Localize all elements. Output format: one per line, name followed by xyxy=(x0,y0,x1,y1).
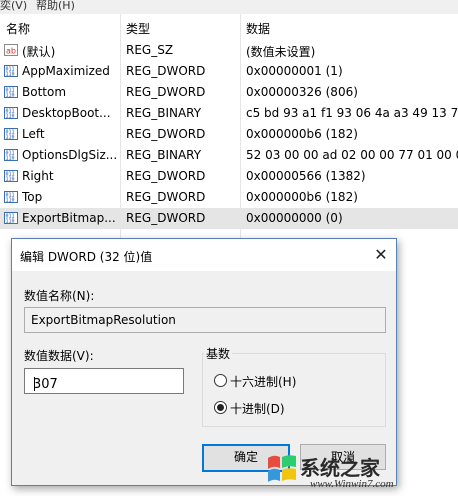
binary-value-icon: 011 110 xyxy=(4,128,18,140)
radio-decimal[interactable] xyxy=(214,401,227,414)
list-item[interactable]: 011 110 Top REG_DWORD 0x000000b6 (182) xyxy=(0,187,458,208)
svg-text:110: 110 xyxy=(6,135,15,141)
value-data: 0x00000000 (0) xyxy=(246,211,343,225)
text-caret xyxy=(34,377,35,391)
svg-text:110: 110 xyxy=(6,219,15,225)
list-item[interactable]: 011 110 OptionsDlgSiz... REG_BINARY 52 0… xyxy=(0,145,458,166)
value-data: c5 bd 93 a1 f1 93 06 4a a3 49 13 7f f xyxy=(246,106,458,120)
radio-hexadecimal[interactable] xyxy=(214,374,227,387)
binary-value-icon: 011 110 xyxy=(4,191,18,203)
value-type: REG_DWORD xyxy=(126,169,206,183)
value-data: 0x00000326 (806) xyxy=(246,85,358,99)
value-type: REG_DWORD xyxy=(126,211,206,225)
list-item[interactable]: 011 110 AppMaximized REG_DWORD 0x0000000… xyxy=(0,61,458,82)
value-name: Left xyxy=(22,127,45,141)
value-data-input[interactable]: 307 xyxy=(24,368,184,394)
binary-value-icon: 011 110 xyxy=(4,65,18,77)
registry-value-list[interactable]: 名称 类型 数据 ab (默认) REG_SZ (数值未设置) 011 110 … xyxy=(0,14,458,244)
list-item[interactable]: ab (默认) REG_SZ (数值未设置) xyxy=(0,40,458,61)
value-name-label: 数值名称(N): xyxy=(24,289,95,303)
binary-value-icon: 011 110 xyxy=(4,107,18,119)
svg-text:110: 110 xyxy=(6,93,15,99)
svg-text:110: 110 xyxy=(6,114,15,120)
svg-text:ab: ab xyxy=(6,47,16,56)
list-item[interactable]: 011 110 DesktopBoot... REG_BINARY c5 bd … xyxy=(0,103,458,124)
list-item-selected[interactable]: 011 110 ExportBitmap... REG_DWORD 0x0000… xyxy=(0,208,458,229)
svg-text:110: 110 xyxy=(6,72,15,78)
column-header-data[interactable]: 数据 xyxy=(246,20,270,37)
value-name: AppMaximized xyxy=(22,64,110,78)
value-type: REG_BINARY xyxy=(126,106,202,120)
list-item[interactable]: 011 110 Right REG_DWORD 0x00000566 (1382… xyxy=(0,166,458,187)
svg-text:110: 110 xyxy=(6,156,15,162)
list-item[interactable]: 011 110 Left REG_DWORD 0x000000b6 (182) xyxy=(0,124,458,145)
base-group-label: 基数 xyxy=(204,345,233,362)
svg-text:110: 110 xyxy=(6,198,15,204)
string-value-icon: ab xyxy=(4,44,18,56)
watermark-url: www.Winwin7.com xyxy=(310,478,394,490)
binary-value-icon: 011 110 xyxy=(4,86,18,98)
value-name: DesktopBoot... xyxy=(22,106,111,120)
value-data: 0x000000b6 (182) xyxy=(246,127,358,141)
value-type: REG_SZ xyxy=(126,43,174,57)
radio-hexadecimal-label[interactable]: 十六进制(H) xyxy=(230,373,296,390)
dialog-title: 编辑 DWORD (32 位)值 xyxy=(20,250,153,264)
value-name: (默认) xyxy=(22,45,56,59)
list-header: 名称 类型 数据 xyxy=(0,14,458,40)
value-data-label: 数值数据(V): xyxy=(24,349,94,363)
value-name: Top xyxy=(22,190,43,204)
list-item[interactable]: 011 110 Bottom REG_DWORD 0x00000326 (806… xyxy=(0,82,458,103)
value-name: Right xyxy=(22,169,54,183)
value-name: Bottom xyxy=(22,85,67,99)
value-name-text: ExportBitmapResolution xyxy=(31,313,176,327)
binary-value-icon: 011 110 xyxy=(4,170,18,182)
radio-decimal-label[interactable]: 十进制(D) xyxy=(230,400,285,417)
value-data: (数值未设置) xyxy=(246,45,316,59)
value-data-text: 307 xyxy=(33,377,58,392)
value-data: 0x000000b6 (182) xyxy=(246,190,358,204)
value-type: REG_DWORD xyxy=(126,190,206,204)
svg-text:110: 110 xyxy=(6,177,15,183)
value-type: REG_DWORD xyxy=(126,127,206,141)
value-name-field: ExportBitmapResolution xyxy=(24,307,386,333)
value-type: REG_DWORD xyxy=(126,85,206,99)
binary-value-icon: 011 110 xyxy=(4,149,18,161)
value-type: REG_BINARY xyxy=(126,148,202,162)
value-name: OptionsDlgSiz... xyxy=(22,148,118,162)
column-header-type[interactable]: 类型 xyxy=(126,20,150,37)
close-icon[interactable]: ✕ xyxy=(366,239,396,271)
menu-item-view[interactable]: 奕(V) xyxy=(0,0,27,13)
column-header-name[interactable]: 名称 xyxy=(6,20,30,37)
radio-selected-dot xyxy=(217,404,224,411)
watermark-text: 系统之家 xyxy=(300,456,380,480)
value-data: 52 03 00 00 ad 02 00 00 77 01 00 00 xyxy=(246,148,458,162)
value-data: 0x00000001 (1) xyxy=(246,64,343,78)
value-data: 0x00000566 (1382) xyxy=(246,169,366,183)
menu-item-help[interactable]: 帮助(H) xyxy=(36,0,75,13)
dialog-titlebar[interactable]: 编辑 DWORD (32 位)值 ✕ xyxy=(12,239,396,271)
binary-value-icon: 011 110 xyxy=(4,212,18,224)
value-type: REG_DWORD xyxy=(126,64,206,78)
menu-bar: 奕(V) 帮助(H) xyxy=(0,0,458,15)
value-name: ExportBitmap... xyxy=(22,211,116,225)
